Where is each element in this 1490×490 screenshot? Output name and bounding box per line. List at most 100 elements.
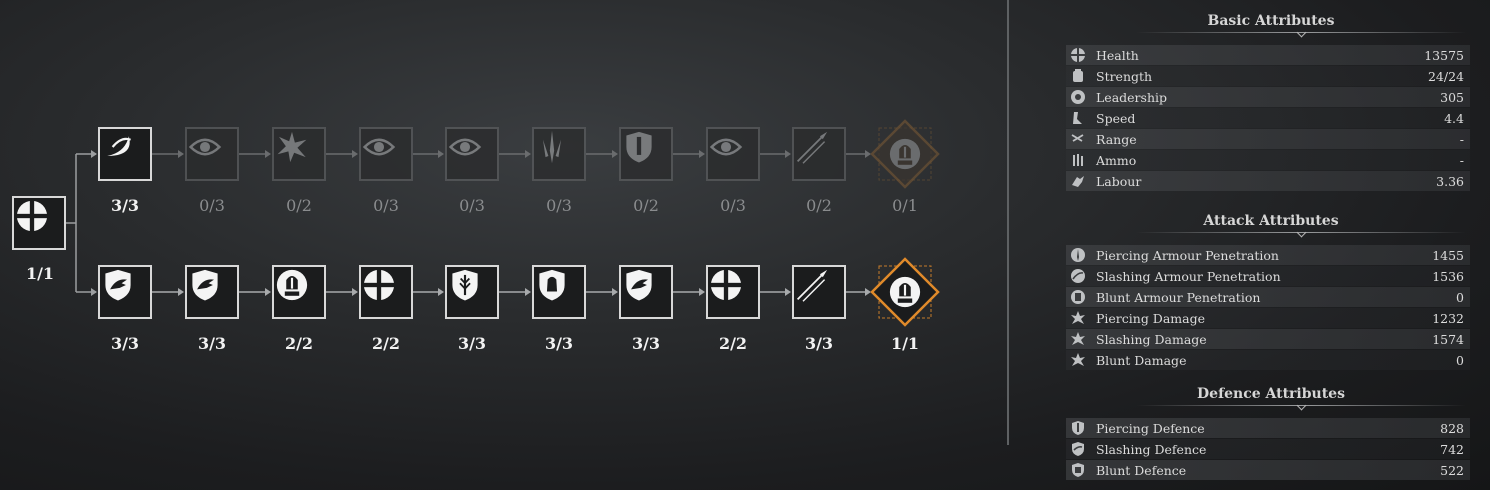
speed-icon [1068, 110, 1088, 126]
top-skill-node-3[interactable] [272, 127, 326, 181]
bottom-connector-arrow-1 [178, 288, 184, 296]
bottom-skill-node-3[interactable] [272, 265, 326, 319]
bottom-skill-node-1[interactable] [98, 265, 152, 319]
top-skill-count-7: 0/2 [633, 196, 659, 215]
basic-attributes-title: Basic Attributes [1207, 13, 1335, 29]
top-skill-count-6: 0/3 [546, 196, 572, 215]
bottom-skill-node-7[interactable] [619, 265, 673, 319]
attribute-row-piercing-defence: Piercing Defence 828 [1066, 418, 1470, 438]
attribute-row-piercing-damage: Piercing Damage 1232 [1066, 308, 1470, 328]
attribute-row-blunt-damage: Blunt Damage 0 [1066, 350, 1470, 370]
strength-icon [1068, 68, 1088, 84]
attribute-value: 4.4 [1444, 110, 1464, 126]
bottom-skill-node-2[interactable] [185, 265, 239, 319]
root-skill-node[interactable] [12, 196, 66, 250]
bottom-skill-node-6[interactable] [532, 265, 586, 319]
attribute-row-blunt-armour-penetration: Blunt Armour Penetration 0 [1066, 287, 1470, 307]
attribute-label: Slashing Damage [1096, 331, 1207, 347]
bottom-skill-count-5: 3/3 [457, 334, 487, 353]
attribute-row-slashing-damage: Slashing Damage 1574 [1066, 329, 1470, 349]
attribute-label: Blunt Damage [1096, 352, 1187, 368]
top-skill-node-8[interactable] [706, 127, 760, 181]
top-skill-node-7[interactable] [619, 127, 673, 181]
top-skill-count-10: 0/1 [892, 196, 918, 215]
top-skill-node-4[interactable] [359, 127, 413, 181]
blunt-penetration-icon [1068, 289, 1088, 305]
bottom-skill-node-5[interactable] [445, 265, 499, 319]
attribute-label: Blunt Armour Penetration [1096, 289, 1261, 305]
leadership-icon [1068, 89, 1088, 105]
attribute-label: Ammo [1096, 152, 1137, 168]
defence-attributes-separator [1136, 400, 1466, 411]
attribute-label: Slashing Defence [1096, 441, 1207, 457]
panel-divider [1007, 0, 1009, 445]
piercing-damage-icon [1068, 310, 1088, 326]
attribute-label: Piercing Defence [1096, 420, 1205, 436]
bottom-skill-count-8: 2/2 [718, 334, 748, 353]
top-skill-node-9[interactable] [792, 127, 846, 181]
bottom-connector-arrow-6 [612, 288, 618, 296]
top-skill-node-6[interactable] [532, 127, 586, 181]
attribute-row-leadership: Leadership 305 [1066, 87, 1470, 107]
bottom-skill-count-1: 3/3 [110, 334, 140, 353]
bottom-connector-arrow-7 [699, 288, 705, 296]
slashing-defence-icon [1068, 441, 1088, 457]
slashing-damage-icon [1068, 331, 1088, 347]
attribute-value: - [1459, 152, 1464, 168]
blunt-damage-icon [1068, 352, 1088, 368]
attribute-row-slashing-defence: Slashing Defence 742 [1066, 439, 1470, 459]
bottom-skill-node-4[interactable] [359, 265, 413, 319]
root-skill-count: 1/1 [25, 264, 55, 283]
top-connector-arrow-2 [265, 150, 271, 158]
bottom-connector-arrow-8 [785, 288, 791, 296]
attribute-label: Piercing Damage [1096, 310, 1205, 326]
labour-icon [1068, 173, 1088, 189]
bottom-skill-node-10[interactable] [870, 257, 940, 327]
basic-attributes-separator [1136, 27, 1466, 38]
top-connector-arrow-4 [438, 150, 444, 158]
attribute-label: Piercing Armour Penetration [1096, 247, 1279, 263]
piercing-penetration-icon [1068, 247, 1088, 263]
attribute-row-ammo: Ammo - [1066, 150, 1470, 170]
attribute-label: Speed [1096, 110, 1136, 126]
top-skill-count-1: 3/3 [110, 196, 140, 215]
attribute-value: 305 [1440, 89, 1464, 105]
top-connector-arrow-8 [785, 150, 791, 158]
bottom-skill-count-3: 2/2 [284, 334, 314, 353]
piercing-defence-icon [1068, 420, 1088, 436]
attack-attributes-title: Attack Attributes [1203, 213, 1339, 229]
skill-tree-connectors [66, 150, 871, 296]
top-skill-node-10[interactable] [870, 119, 940, 189]
health-icon [1068, 47, 1088, 63]
ammo-icon [1068, 152, 1088, 168]
attribute-label: Health [1096, 47, 1139, 63]
bottom-skill-count-6: 3/3 [544, 334, 574, 353]
bottom-skill-count-4: 2/2 [371, 334, 401, 353]
root-branch-top-arrow [91, 150, 97, 158]
bottom-connector-arrow-2 [265, 288, 271, 296]
bottom-skill-count-10: 1/1 [890, 334, 920, 353]
top-skill-count-2: 0/3 [199, 196, 225, 215]
top-skill-count-8: 0/3 [720, 196, 746, 215]
attribute-value: 742 [1440, 441, 1464, 457]
attribute-value: 1455 [1432, 247, 1464, 263]
attribute-row-slashing-armour-penetration: Slashing Armour Penetration 1536 [1066, 266, 1470, 286]
bottom-skill-count-2: 3/3 [197, 334, 227, 353]
attribute-label: Range [1096, 131, 1137, 147]
top-skill-node-2[interactable] [185, 127, 239, 181]
bottom-connector-arrow-3 [352, 288, 358, 296]
attribute-row-strength: Strength 24/24 [1066, 66, 1470, 86]
top-skill-node-5[interactable] [445, 127, 499, 181]
attribute-value: - [1459, 131, 1464, 147]
attribute-row-blunt-defence: Blunt Defence 522 [1066, 460, 1470, 480]
top-skill-count-3: 0/2 [286, 196, 312, 215]
top-skill-count-9: 0/2 [806, 196, 832, 215]
attribute-label: Labour [1096, 173, 1142, 189]
attack-attributes-separator [1136, 227, 1466, 238]
skill-tree: 1/1 3/3 0/3 0/2 0/3 0/3 0/3 0/2 0/3 0/2 … [0, 0, 1000, 490]
bottom-skill-node-8[interactable] [706, 265, 760, 319]
top-skill-node-1[interactable] [98, 127, 152, 181]
bottom-skill-node-9[interactable] [792, 265, 846, 319]
root-branch-bottom-arrow [91, 288, 97, 296]
attribute-value: 24/24 [1427, 68, 1464, 84]
